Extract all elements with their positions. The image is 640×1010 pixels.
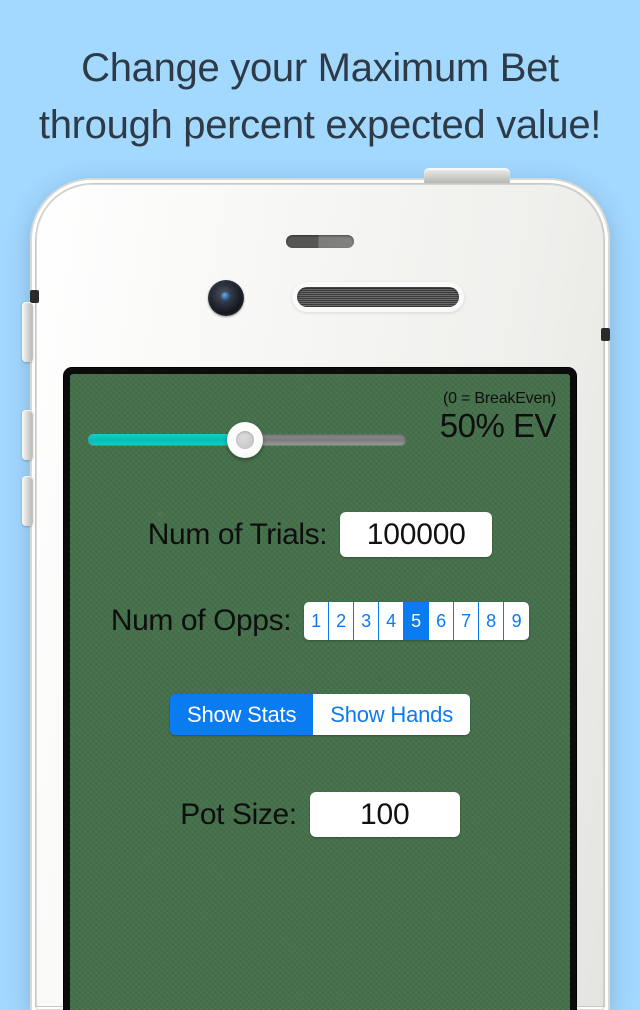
pot-size-row: Pot Size: 100 — [70, 792, 570, 837]
num-of-trials-row: Num of Trials: 100000 — [70, 512, 570, 557]
view-toggle-control[interactable]: Show Stats Show Hands — [169, 694, 471, 735]
num-of-opps-label: Num of Opps: — [110, 604, 292, 637]
show-stats-button[interactable]: Show Stats — [169, 694, 314, 735]
proximity-sensor — [286, 235, 354, 248]
headline-line-2: through percent expected value! — [38, 103, 602, 147]
ev-slider-knob[interactable] — [226, 422, 263, 458]
view-toggle-row: Show Stats Show Hands — [70, 694, 570, 735]
mute-switch[interactable] — [22, 302, 33, 362]
screen-bezel: (0 = BreakEven) 50% EV Num of Trials: 10… — [64, 368, 576, 1010]
ev-breakeven-note: (0 = BreakEven) — [442, 390, 556, 407]
antenna-band-right — [601, 328, 610, 341]
opps-segment-7[interactable]: 7 — [454, 602, 480, 640]
opps-segment-1[interactable]: 1 — [304, 602, 330, 640]
opps-segment-3[interactable]: 3 — [354, 602, 380, 640]
volume-up-button[interactable] — [22, 410, 33, 460]
earpiece-speaker — [292, 282, 464, 312]
phone-mockup: (0 = BreakEven) 50% EV Num of Trials: 10… — [22, 169, 610, 1010]
ev-value-label: 50% EV — [439, 407, 557, 444]
volume-down-button[interactable] — [22, 476, 33, 526]
antenna-band-left — [30, 290, 39, 303]
headline-line-1: Change your Maximum Bet — [81, 46, 559, 90]
ev-slider[interactable] — [88, 422, 408, 458]
opps-segment-5[interactable]: 5 — [404, 602, 430, 640]
ev-slider-fill — [88, 434, 244, 445]
app-screen: (0 = BreakEven) 50% EV Num of Trials: 10… — [70, 374, 570, 1010]
pot-size-input[interactable]: 100 — [309, 792, 460, 837]
num-of-opps-segmented-control[interactable]: 1 2 3 4 5 6 7 8 9 — [304, 602, 530, 640]
pot-size-label: Pot Size: — [180, 797, 297, 831]
num-of-trials-label: Num of Trials: — [147, 517, 328, 551]
ev-readout: (0 = BreakEven) 50% EV — [439, 390, 557, 444]
opps-segment-2[interactable]: 2 — [329, 602, 355, 640]
opps-segment-8[interactable]: 8 — [479, 602, 505, 640]
num-of-opps-row: Num of Opps: 1 2 3 4 5 6 7 8 9 — [70, 602, 570, 640]
num-of-trials-input[interactable]: 100000 — [340, 512, 493, 557]
opps-segment-4[interactable]: 4 — [379, 602, 405, 640]
opps-segment-6[interactable]: 6 — [429, 602, 455, 640]
promo-headline: Change your Maximum Bet through percent … — [0, 40, 640, 154]
front-camera-icon — [208, 280, 244, 316]
show-hands-button[interactable]: Show Hands — [313, 694, 471, 735]
opps-segment-9[interactable]: 9 — [504, 602, 530, 640]
power-button[interactable] — [424, 169, 510, 183]
